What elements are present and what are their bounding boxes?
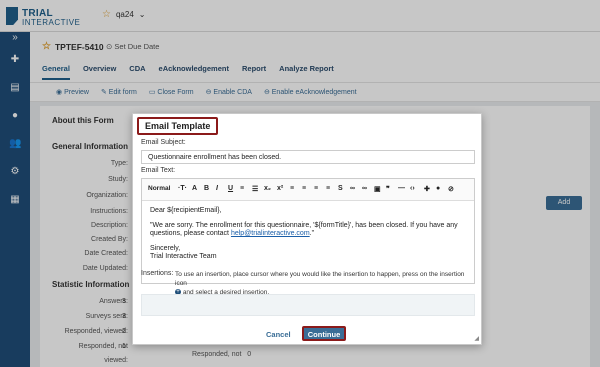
subject-label: Email Subject: (141, 139, 186, 146)
email-template-dialog: Email Template Email Subject: Questionna… (132, 113, 482, 345)
body-greeting: Dear ${recipientEmail}, (150, 207, 222, 214)
align-center-icon[interactable]: ≡ (302, 185, 306, 192)
insertions-help-a: To use an insertion, place cursor where … (175, 271, 465, 287)
record-icon[interactable]: ● (436, 185, 440, 192)
dialog-title: Email Template (137, 117, 219, 135)
sign-line2: Trial Interactive Team (150, 253, 217, 260)
email-text-label: Email Text: (141, 167, 176, 174)
italic-icon[interactable]: I (216, 185, 218, 192)
continue-button[interactable]: Continue (302, 326, 346, 341)
format-select[interactable]: Normal (148, 185, 170, 192)
insertion-icon[interactable]: ✚ (424, 185, 430, 193)
body-paragraph: "We are sorry. The enrollment for this q… (150, 222, 468, 239)
sign-line1: Sincerely, (150, 244, 181, 252)
insertions-area[interactable] (141, 294, 475, 316)
font-size-icon[interactable]: ·T· (178, 185, 187, 192)
align-left-icon[interactable]: ≡ (290, 185, 294, 192)
body-signature: Sincerely, Trial Interactive Team (150, 245, 468, 262)
link-icon[interactable]: ∞ (350, 185, 355, 192)
hr-icon[interactable]: — (398, 185, 405, 192)
ordered-list-icon[interactable]: ≡ (240, 185, 244, 192)
justify-icon[interactable]: ≡ (326, 185, 330, 192)
text-color-icon[interactable]: A (192, 185, 197, 192)
bullet-list-icon[interactable]: ☰ (252, 185, 258, 193)
disable-icon[interactable]: ⊘ (448, 185, 454, 193)
subscript-icon[interactable]: x₂ (264, 185, 271, 192)
editor-content[interactable]: Dear ${recipientEmail}, "We are sorry. T… (150, 207, 468, 268)
editor-toolbar: Normal ·T· A B I U ≡ ☰ x₂ x² ≡ ≡ ≡ ≡ S ∞… (142, 179, 474, 201)
cancel-button[interactable]: Cancel (266, 330, 291, 339)
image-icon[interactable]: ▣ (374, 185, 381, 193)
superscript-icon[interactable]: x² (277, 185, 283, 192)
subject-input[interactable]: Questionnaire enrollment has been closed… (141, 150, 475, 164)
email-text-editor[interactable]: Normal ·T· A B I U ≡ ☰ x₂ x² ≡ ≡ ≡ ≡ S ∞… (141, 178, 475, 284)
help-email-link[interactable]: help@trialinteractive.com (231, 230, 310, 237)
body-text-b: ." (309, 230, 315, 237)
align-right-icon[interactable]: ≡ (314, 185, 318, 192)
unlink-icon[interactable]: ∞ (362, 185, 367, 192)
quote-icon[interactable]: ❞ (386, 185, 390, 193)
resize-handle-icon[interactable]: ◢ (474, 335, 479, 342)
underline-icon[interactable]: U (228, 185, 233, 192)
code-icon[interactable]: ‹› (410, 185, 415, 192)
bold-icon[interactable]: B (204, 185, 209, 192)
strikethrough-icon[interactable]: S (338, 185, 343, 192)
insertions-help: To use an insertion, place cursor where … (175, 270, 475, 297)
insertions-label: Insertions: (141, 270, 174, 277)
